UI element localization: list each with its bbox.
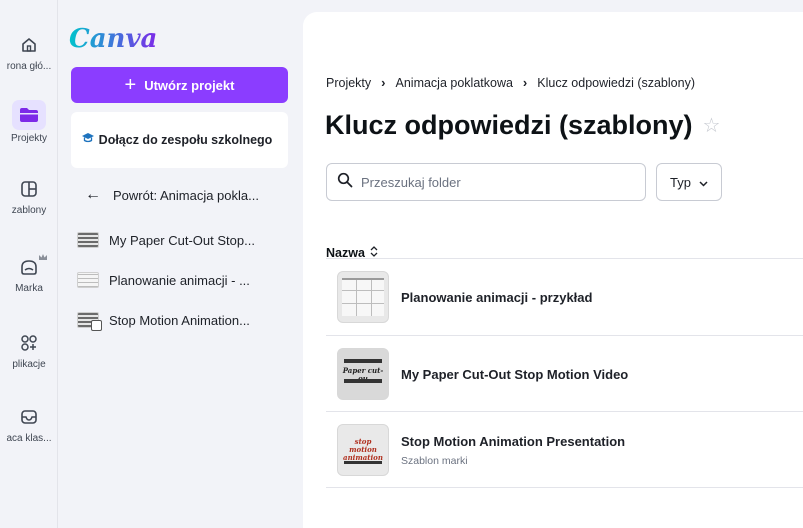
page-title-text: Klucz odpowiedzi (szablony) <box>325 110 693 140</box>
divider <box>326 487 803 488</box>
search-icon <box>337 172 353 193</box>
sidebar-project-label: Stop Motion Animation... <box>109 312 250 328</box>
thumbnail-text: stop motion animation <box>343 437 383 462</box>
create-project-label: Utwórz projekt <box>144 77 235 93</box>
file-thumbnail <box>337 271 389 323</box>
file-subtitle: Szablon marki <box>401 454 468 467</box>
sidebar-project-item[interactable]: My Paper Cut-Out Stop... <box>77 232 255 248</box>
home-icon <box>16 32 42 58</box>
plus-icon: + <box>124 74 137 96</box>
sidebar-project-item[interactable]: Stop Motion Animation... <box>77 312 250 331</box>
breadcrumb-item[interactable]: Projekty <box>326 76 371 90</box>
create-project-button[interactable]: + Utwórz projekt <box>71 67 288 103</box>
project-thumbnail <box>77 312 102 331</box>
search-input[interactable] <box>361 174 631 190</box>
file-thumbnail: Paper cut-ou <box>337 348 389 400</box>
sidebar-project-label: Planowanie animacji - ... <box>109 272 250 288</box>
project-thumbnail <box>77 272 99 288</box>
star-icon[interactable]: ☆ <box>703 113 721 138</box>
rail-projects-label: Projekty <box>10 133 48 144</box>
canva-logo[interactable]: Canva <box>69 24 157 54</box>
back-link-label: Powrót: Animacja pokla... <box>113 187 259 203</box>
rail-home[interactable]: rona głó... <box>0 32 58 72</box>
file-name: Stop Motion Animation Presentation <box>401 433 626 449</box>
rail-classwork[interactable]: aca klas... <box>0 404 58 444</box>
file-row[interactable]: Planowanie animacji - przykład <box>326 259 803 335</box>
breadcrumb-item[interactable]: Animacja poklatkowa <box>396 76 513 90</box>
rail-apps[interactable]: plikacje <box>0 330 58 370</box>
file-name: Planowanie animacji - przykład <box>401 289 593 305</box>
type-filter-dropdown[interactable]: Typ <box>656 163 722 201</box>
classwork-icon <box>16 404 42 430</box>
main-panel: Projekty › Animacja poklatkowa › Klucz o… <box>303 12 803 528</box>
breadcrumb: Projekty › Animacja poklatkowa › Klucz o… <box>326 75 695 90</box>
crown-icon <box>38 248 48 266</box>
left-rail: rona głó... Projekty zablony Marka plika… <box>0 0 58 528</box>
arrow-left-icon: ← <box>85 186 101 203</box>
search-field[interactable] <box>326 163 646 201</box>
rail-templates-label: zablony <box>11 205 47 216</box>
back-link[interactable]: ← Powrót: Animacja pokla... <box>85 186 259 204</box>
apps-icon <box>16 330 42 356</box>
page-title: Klucz odpowiedzi (szablony) ☆ <box>325 110 720 141</box>
rail-templates[interactable]: zablony <box>0 176 58 216</box>
breadcrumb-item: Klucz odpowiedzi (szablony) <box>537 75 695 90</box>
file-name: My Paper Cut-Out Stop Motion Video <box>401 366 629 382</box>
rail-projects[interactable]: Projekty <box>0 100 58 144</box>
file-thumbnail: stop motion animation <box>337 424 389 476</box>
chevron-right-icon: › <box>522 75 528 90</box>
file-row[interactable]: Paper cut-ou My Paper Cut-Out Stop Motio… <box>326 336 803 412</box>
join-school-team-card[interactable]: Dołącz do zespołu szkolnego <box>71 112 288 168</box>
sidebar-project-label: My Paper Cut-Out Stop... <box>109 232 255 248</box>
project-thumbnail <box>77 232 99 248</box>
type-filter-label: Typ <box>670 174 691 190</box>
file-row[interactable]: stop motion animation Stop Motion Animat… <box>326 412 803 488</box>
rail-home-label: rona głó... <box>6 61 52 72</box>
sidebar-project-item[interactable]: Planowanie animacji - ... <box>77 272 250 288</box>
template-icon <box>16 176 42 202</box>
rail-classwork-label: aca klas... <box>6 433 52 444</box>
rail-brand-label: Marka <box>15 283 43 294</box>
graduation-cap-icon <box>81 131 95 149</box>
chevron-right-icon: › <box>381 75 386 90</box>
rail-apps-label: plikacje <box>12 359 46 370</box>
folder-icon <box>12 100 46 130</box>
join-school-team-label: Dołącz do zespołu szkolnego <box>98 133 273 147</box>
chevron-down-icon <box>699 175 708 190</box>
brand-icon <box>16 254 47 280</box>
projects-sidebar: Canva + Utwórz projekt Dołącz do zespołu… <box>59 0 297 528</box>
rail-brand[interactable]: Marka <box>0 254 58 294</box>
